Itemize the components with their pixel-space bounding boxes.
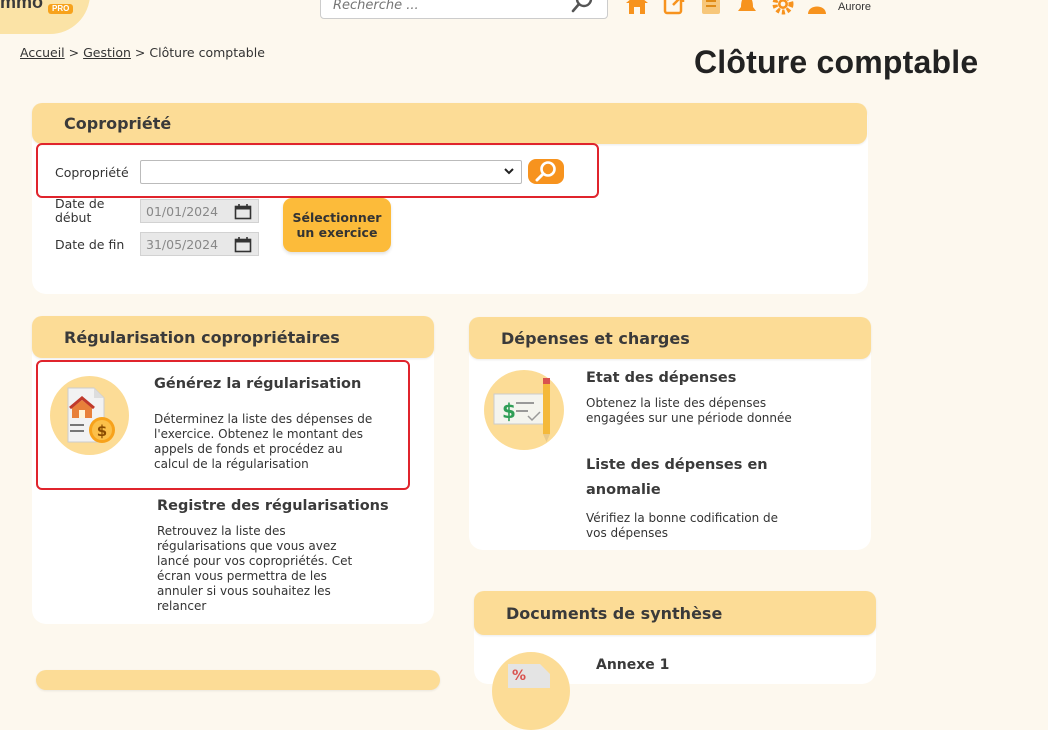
regularisation-register-desc: Retrouvez la liste des régularisations q… bbox=[157, 524, 353, 613]
breadcrumb: Accueil > Gestion > Clôture comptable bbox=[20, 45, 265, 60]
start-date-value: 01/01/2024 bbox=[146, 204, 219, 219]
page-title: Clôture comptable bbox=[694, 44, 979, 80]
search-copropriete-button[interactable] bbox=[528, 159, 564, 184]
svg-text:$: $ bbox=[502, 399, 516, 423]
depenses-icon-circle: $ bbox=[484, 370, 564, 450]
etat-depenses-desc: Obtenez la liste des dépenses engagées s… bbox=[586, 396, 792, 425]
annexe-1-link[interactable]: Annexe 1 bbox=[596, 657, 669, 673]
documents-card-header: Documents de synthèse bbox=[474, 591, 876, 635]
generate-regularisation-link[interactable]: Générez la régularisation bbox=[154, 376, 361, 392]
copropriete-select[interactable] bbox=[140, 160, 522, 184]
cheque-pencil-icon: $ bbox=[493, 378, 550, 442]
anomalie-depenses-desc: Vérifiez la bonne codification de vos dé… bbox=[586, 511, 779, 540]
document-icon[interactable] bbox=[700, 0, 722, 16]
copropriete-label: Copropriété bbox=[55, 165, 129, 180]
percent-document-icon: % bbox=[508, 664, 550, 688]
end-date-field[interactable]: 31/05/2024 bbox=[140, 232, 259, 256]
regularisation-icon-circle: $ bbox=[50, 376, 129, 455]
search-icon bbox=[535, 161, 556, 182]
breadcrumb-gestion-link[interactable]: Gestion bbox=[83, 45, 131, 60]
etat-depenses-link[interactable]: Etat des dépenses bbox=[586, 370, 736, 386]
depenses-card-title: Dépenses et charges bbox=[501, 329, 690, 348]
end-date-value: 31/05/2024 bbox=[146, 237, 219, 252]
documents-icon-circle: % bbox=[492, 652, 570, 730]
gear-icon[interactable] bbox=[770, 0, 796, 16]
next-card-header bbox=[36, 670, 440, 690]
search-input[interactable] bbox=[331, 0, 565, 14]
end-date-label: Date de fin bbox=[55, 237, 125, 252]
bell-icon[interactable] bbox=[735, 0, 759, 16]
documents-card-title: Documents de synthèse bbox=[506, 604, 723, 623]
logo-pro-badge: PRO bbox=[48, 4, 74, 14]
external-link-icon[interactable] bbox=[662, 0, 686, 16]
calendar-icon[interactable] bbox=[234, 204, 252, 220]
start-date-label: Date de début bbox=[55, 196, 105, 225]
regularisation-card-title: Régularisation copropriétaires bbox=[64, 328, 340, 347]
regularisation-register-link[interactable]: Registre des régularisations bbox=[157, 498, 389, 514]
regularisation-card-header: Régularisation copropriétaires bbox=[32, 316, 434, 358]
copropriete-card-header: Copropriété bbox=[32, 103, 867, 144]
home-icon[interactable] bbox=[624, 0, 650, 16]
breadcrumb-separator: > bbox=[68, 45, 80, 60]
copropriete-card-title: Copropriété bbox=[64, 114, 172, 133]
breadcrumb-current: Clôture comptable bbox=[149, 45, 265, 60]
depenses-card-header: Dépenses et charges bbox=[469, 317, 871, 359]
svg-text:$: $ bbox=[97, 422, 107, 440]
calendar-icon[interactable] bbox=[234, 237, 252, 253]
start-date-field[interactable]: 01/01/2024 bbox=[140, 199, 259, 223]
select-exercise-button[interactable]: Sélectionner un exercice bbox=[283, 198, 391, 252]
svg-text:%: % bbox=[512, 668, 526, 684]
breadcrumb-separator: > bbox=[134, 45, 146, 60]
house-document-icon: $ bbox=[67, 387, 115, 443]
search-box[interactable] bbox=[320, 0, 608, 19]
breadcrumb-home-link[interactable]: Accueil bbox=[20, 45, 65, 60]
search-icon[interactable] bbox=[569, 0, 595, 15]
app-logo[interactable]: mmo bbox=[0, 0, 43, 13]
generate-regularisation-desc: Déterminez la liste des dépenses de l'ex… bbox=[154, 412, 373, 471]
anomalie-depenses-link[interactable]: Liste des dépenses en anomalie bbox=[586, 453, 786, 503]
user-avatar-icon[interactable] bbox=[806, 0, 828, 14]
user-name[interactable]: Aurore bbox=[838, 1, 871, 13]
chevron-down-icon bbox=[504, 168, 514, 175]
